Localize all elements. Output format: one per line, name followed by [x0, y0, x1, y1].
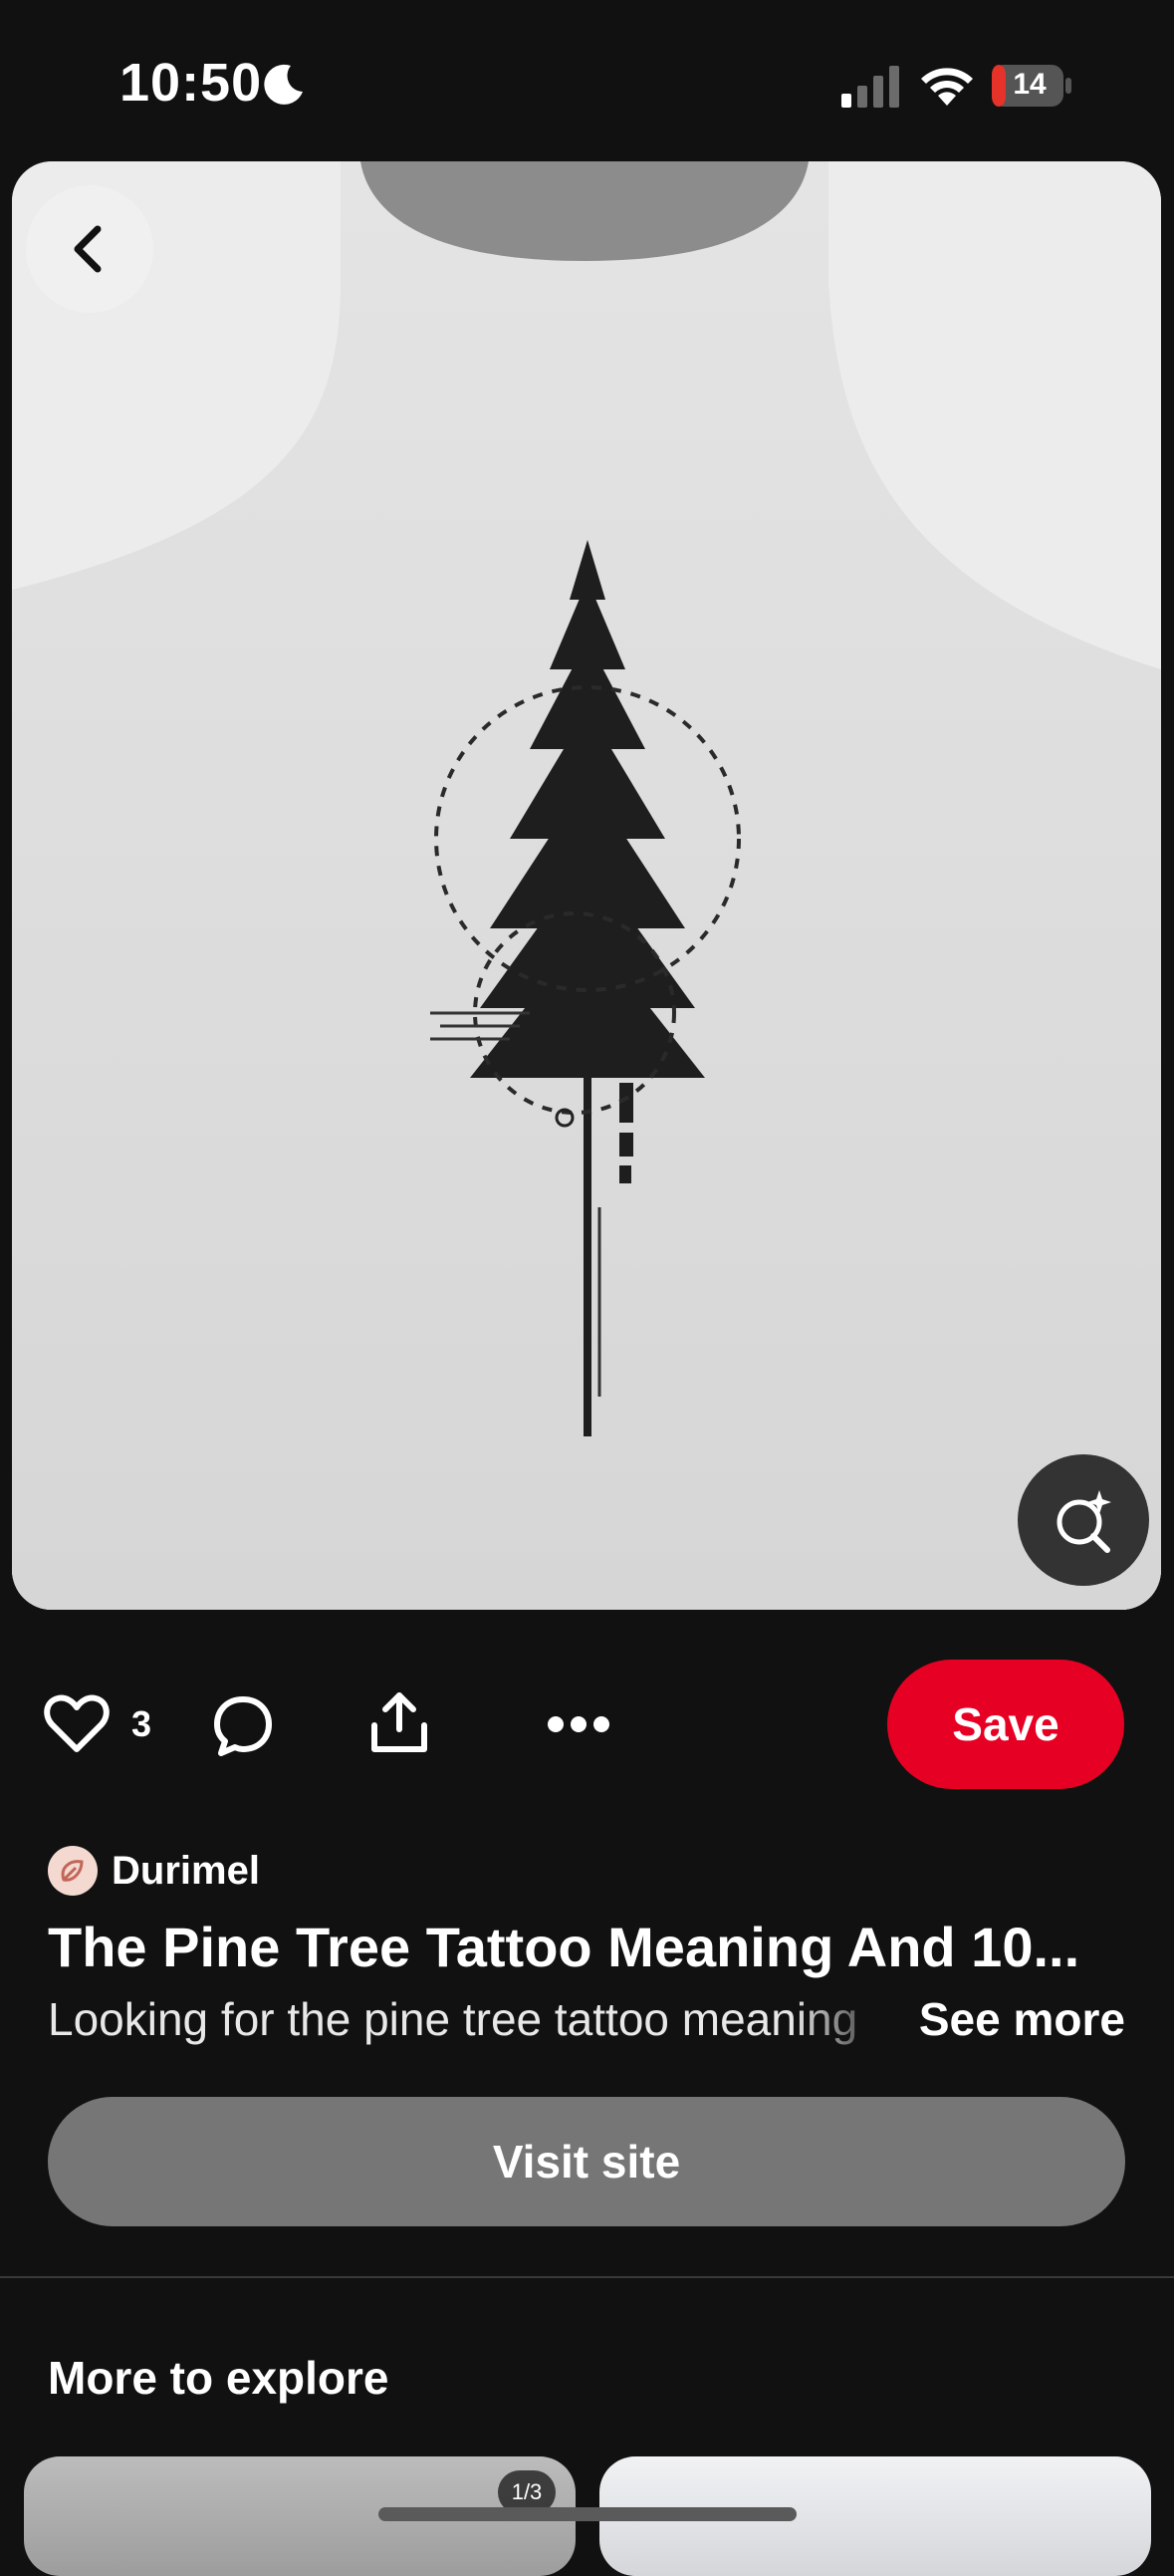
wifi-icon — [921, 68, 973, 106]
comment-icon[interactable] — [211, 1693, 275, 1757]
divider — [0, 2276, 1174, 2278]
visit-site-button[interactable]: Visit site — [48, 2097, 1125, 2226]
battery-level: 14 — [1013, 68, 1047, 101]
save-button[interactable]: Save — [887, 1660, 1124, 1789]
cellular-signal-icon — [841, 66, 899, 108]
more-options-icon[interactable] — [546, 1711, 611, 1737]
moon-icon — [264, 64, 303, 105]
status-bar: 10:50 14 — [0, 0, 1174, 159]
like-count: 3 — [131, 1703, 152, 1744]
home-indicator[interactable] — [378, 2507, 797, 2521]
creator-name: Durimel — [112, 1848, 260, 1893]
creator[interactable]: Durimel — [48, 1843, 260, 1899]
tattoo-photo — [12, 161, 1161, 1610]
visual-search-icon — [1057, 1490, 1111, 1553]
back-button[interactable] — [26, 185, 153, 313]
pin-description: Looking for the pine tree tattoo meaning — [48, 1993, 858, 2045]
see-more-link[interactable]: See more — [919, 1992, 1125, 2046]
pin-description-row: Looking for the pine tree tattoo meaning… — [48, 1992, 1125, 2052]
share-icon[interactable] — [368, 1689, 430, 1755]
creator-logo-icon — [61, 1860, 84, 1882]
chevron-left-icon — [74, 225, 102, 273]
heart-icon[interactable] — [44, 1693, 110, 1753]
pin-title: The Pine Tree Tattoo Meaning And 10... — [48, 1916, 1080, 1978]
more-to-explore-title: More to explore — [48, 2352, 389, 2404]
visual-search-button[interactable] — [1018, 1454, 1149, 1586]
avatar — [48, 1846, 98, 1896]
status-time: 10:50 — [119, 53, 263, 113]
pin-image[interactable] — [12, 161, 1161, 1610]
